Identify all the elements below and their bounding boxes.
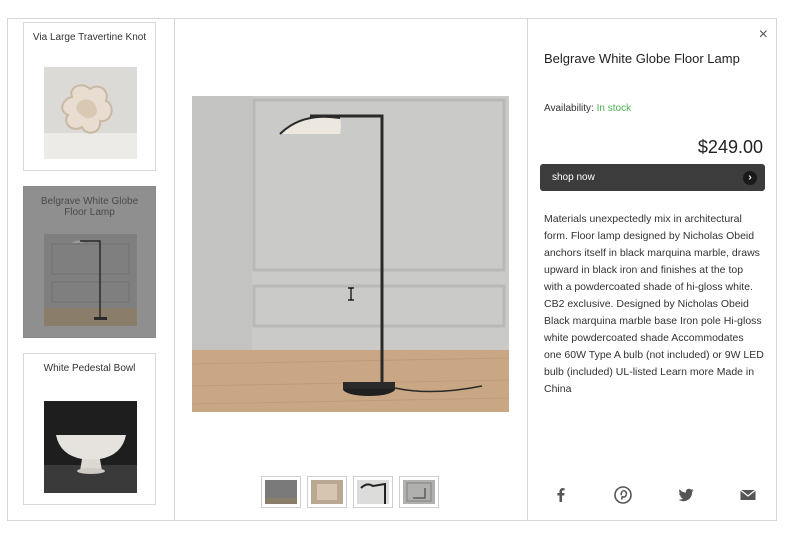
product-quickview-modal: Via Large Travertine Knot Belgrave White… (7, 18, 777, 521)
related-product-card-travertine-knot[interactable]: Via Large Travertine Knot (23, 22, 156, 171)
travertine-knot-image (44, 67, 137, 159)
related-product-card-pedestal-bowl[interactable]: White Pedestal Bowl (23, 353, 156, 505)
floor-lamp-thumb-image (44, 234, 137, 326)
gallery-thumbnail-2[interactable] (307, 476, 347, 508)
thumbnail-image (357, 480, 389, 504)
related-product-title: White Pedestal Bowl (43, 363, 136, 374)
product-description: Materials unexpectedly mix in architectu… (544, 213, 764, 395)
chevron-right-icon: › (743, 170, 757, 185)
gallery-thumbnail-1[interactable] (261, 476, 301, 508)
pedestal-bowl-image (44, 401, 137, 493)
availability-label: Availability: (544, 103, 597, 114)
product-main-image[interactable] (192, 96, 509, 412)
availability: Availability: In stock (544, 103, 631, 114)
twitter-icon[interactable] (677, 486, 695, 504)
related-products-list: Via Large Travertine Knot Belgrave White… (8, 19, 175, 520)
thumbnail-image (403, 480, 435, 504)
share-links (552, 486, 757, 504)
pinterest-icon[interactable] (614, 486, 633, 504)
gallery-thumbnail-4[interactable] (399, 476, 439, 508)
close-icon[interactable]: × (759, 27, 768, 43)
related-product-title: Via Large Travertine Knot (32, 32, 147, 43)
availability-status: In stock (596, 103, 632, 114)
product-details-panel: × Belgrave White Globe Floor Lamp Availa… (527, 19, 777, 520)
gallery-thumbnails (261, 476, 439, 508)
thumbnail-image (265, 480, 297, 504)
thumbnail-image (311, 480, 343, 504)
gallery-thumbnail-3[interactable] (353, 476, 393, 508)
text-cursor-icon (348, 287, 354, 301)
email-icon[interactable] (739, 486, 757, 504)
facebook-icon[interactable] (552, 486, 570, 504)
related-product-title: Belgrave White Globe Floor Lamp (40, 196, 139, 218)
product-price: $249.00 (697, 137, 763, 157)
product-gallery (174, 19, 527, 520)
shop-now-label: shop now (552, 172, 595, 183)
shop-now-button[interactable]: shop now › (540, 164, 765, 191)
related-product-card-floor-lamp[interactable]: Belgrave White Globe Floor Lamp (23, 186, 156, 338)
product-title: Belgrave White Globe Floor Lamp (544, 51, 740, 66)
